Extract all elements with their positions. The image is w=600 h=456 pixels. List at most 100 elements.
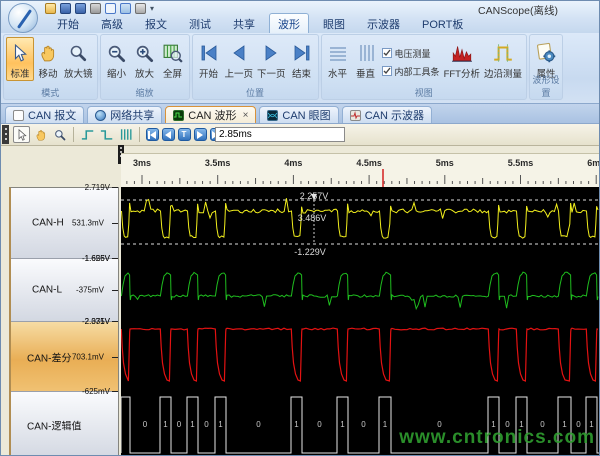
- time-tick-label: 4.5ms: [356, 158, 382, 168]
- full-screen-icon: [161, 40, 185, 66]
- zoom-in-button[interactable]: 放大: [131, 37, 159, 81]
- window-icon[interactable]: [120, 3, 131, 14]
- logic-bit-label: 1: [190, 420, 195, 429]
- left-arrow-icon: [165, 131, 171, 139]
- ribbon-tab-test[interactable]: 测试: [181, 14, 219, 33]
- ribbon-tab-oscilloscope[interactable]: 示波器: [359, 14, 408, 33]
- toolbar-pan-button[interactable]: [32, 126, 49, 143]
- oscilloscope-icon: [350, 110, 361, 121]
- bit-grid-button[interactable]: [117, 126, 134, 143]
- toolbar-cursor-button[interactable]: [13, 126, 30, 143]
- measure-delta-label: 3.486V: [277, 213, 347, 223]
- right-arrow-icon: [197, 131, 203, 139]
- can-diff-trace: [121, 328, 598, 381]
- ribbon-tab-eye[interactable]: 眼图: [315, 14, 353, 33]
- nav-prev-button[interactable]: [162, 128, 175, 141]
- falling-edge-button[interactable]: [98, 126, 115, 143]
- group-label-mode: 模式: [4, 86, 97, 99]
- ribbon: 标准 移动 放大镜 模式 缩小: [1, 33, 599, 104]
- move-mode-button[interactable]: 移动: [34, 37, 62, 81]
- ribbon-tab-waveform[interactable]: 波形: [269, 13, 309, 33]
- logic-bit-label: 1: [383, 420, 388, 429]
- window-title: CANScope(离线): [478, 3, 558, 18]
- can-l-trace: [121, 272, 598, 309]
- falling-edge-icon: [100, 128, 114, 141]
- go-end-button[interactable]: 结束: [288, 37, 316, 81]
- ribbon-tab-share[interactable]: 共享: [225, 14, 263, 33]
- go-start-button[interactable]: 开始: [195, 37, 223, 81]
- horizontal-button[interactable]: 水平: [324, 37, 352, 81]
- application-menu-button[interactable]: [8, 3, 38, 33]
- scale-top-value: 1.625V: [85, 254, 110, 263]
- vertical-button[interactable]: 垂直: [352, 37, 380, 81]
- cursor-arrow-icon: [16, 129, 28, 141]
- quick-access-dropdown-icon[interactable]: ▾: [150, 4, 154, 13]
- ribbon-group-waveform-settings: 属性 波形设置: [529, 34, 563, 100]
- scale-bottom-value: -625mV: [82, 387, 110, 396]
- tile-windows-icon[interactable]: [105, 3, 116, 14]
- ribbon-tab-strip: 开始 高级 报文 测试 共享 波形 眼图 示波器 PORT板: [49, 16, 471, 33]
- ribbon-tab-messages[interactable]: 报文: [137, 14, 175, 33]
- edge-measure-button[interactable]: 边沿测量: [482, 37, 524, 81]
- next-page-icon: [259, 40, 283, 66]
- doc-tab-can-waveform[interactable]: CAN 波形 ×: [165, 106, 256, 123]
- zoom-in-icon: [133, 40, 157, 66]
- channel-row-can-h[interactable]: CAN-H 2.719V 531.3mV -1.656V: [11, 188, 118, 259]
- toolbar-zoom-button[interactable]: [51, 126, 68, 143]
- prev-page-button[interactable]: 上一页: [223, 37, 256, 81]
- logic-bit-label: 0: [317, 420, 322, 429]
- waveform-plot[interactable]: 01010101010101010101 2.257V 3.486V -1.22…: [121, 187, 600, 456]
- time-tick-label: 5.5ms: [508, 158, 534, 168]
- hand-icon: [36, 40, 60, 66]
- close-tab-icon[interactable]: ×: [241, 110, 249, 121]
- full-screen-button[interactable]: 全屏: [159, 37, 187, 81]
- fft-analysis-button[interactable]: FFT分析: [442, 37, 482, 81]
- pin-icon[interactable]: [90, 3, 101, 14]
- ribbon-tab-port[interactable]: PORT板: [414, 14, 471, 33]
- ribbon-tab-start[interactable]: 开始: [49, 14, 87, 33]
- internal-toolbar-checkbox[interactable]: 内部工具条: [382, 65, 440, 78]
- ribbon-tab-advanced[interactable]: 高级: [93, 14, 131, 33]
- snapshot-icon[interactable]: [135, 3, 146, 14]
- standard-mode-button[interactable]: 标准: [6, 37, 34, 81]
- nav-first-button[interactable]: [146, 128, 159, 141]
- logic-bit-label: 1: [163, 420, 168, 429]
- nav-trigger-button[interactable]: T: [178, 128, 191, 141]
- quick-access-toolbar: ▾: [45, 3, 154, 14]
- magnifier-icon: [66, 40, 90, 66]
- hand-icon: [35, 129, 47, 141]
- doc-tab-can-messages[interactable]: CAN 报文: [5, 106, 84, 123]
- channel-name: CAN-H: [32, 218, 64, 229]
- doc-tab-can-eye[interactable]: CAN 眼图: [259, 106, 338, 123]
- zoom-out-button[interactable]: 缩小: [103, 37, 131, 81]
- channel-row-can-diff[interactable]: CAN-差分 2.031V 703.1mV -625mV: [11, 322, 118, 392]
- magnifier-mode-button[interactable]: 放大镜: [62, 37, 95, 81]
- voltage-measure-checkbox[interactable]: 电压测量: [382, 47, 440, 60]
- save-icon[interactable]: [60, 3, 71, 14]
- doc-tab-can-oscilloscope[interactable]: CAN 示波器: [342, 106, 432, 123]
- time-ruler[interactable]: 3ms3.5ms4ms4.5ms5ms5.5ms6ms: [121, 153, 600, 187]
- rising-edge-button[interactable]: [79, 126, 96, 143]
- toolbar-separator: [73, 127, 74, 142]
- channel-row-can-logic[interactable]: CAN-逻辑值: [11, 392, 118, 456]
- group-label-view: 视图: [322, 86, 526, 99]
- channel-name: CAN-L: [32, 285, 62, 296]
- logic-bit-label: 0: [143, 420, 148, 429]
- logic-bit-label: 0: [361, 420, 366, 429]
- ribbon-group-view: 水平 垂直 电压测量 内部工具条: [321, 34, 527, 100]
- open-file-icon[interactable]: [45, 3, 56, 14]
- rising-edge-icon: [81, 128, 95, 141]
- group-label-position: 位置: [193, 86, 318, 99]
- channel-row-can-l[interactable]: CAN-L 1.625V -375mV -2.375V: [11, 259, 118, 322]
- skip-to-start-icon: [197, 40, 221, 66]
- next-page-button[interactable]: 下一页: [255, 37, 288, 81]
- time-position-input[interactable]: [215, 127, 345, 142]
- edge-pulse-icon: [491, 40, 515, 66]
- properties-gear-icon: [534, 40, 558, 66]
- toolbar-grip[interactable]: [2, 125, 9, 144]
- doc-tab-network-share[interactable]: 网络共享: [87, 106, 162, 123]
- canscope-window: ▾ CANScope(离线) 开始 高级 报文 测试 共享 波形 眼图 示波器 …: [0, 0, 600, 456]
- nav-next-button[interactable]: [194, 128, 207, 141]
- internal-toolbar-label: 内部工具条: [395, 65, 440, 78]
- save-as-icon[interactable]: [75, 3, 86, 14]
